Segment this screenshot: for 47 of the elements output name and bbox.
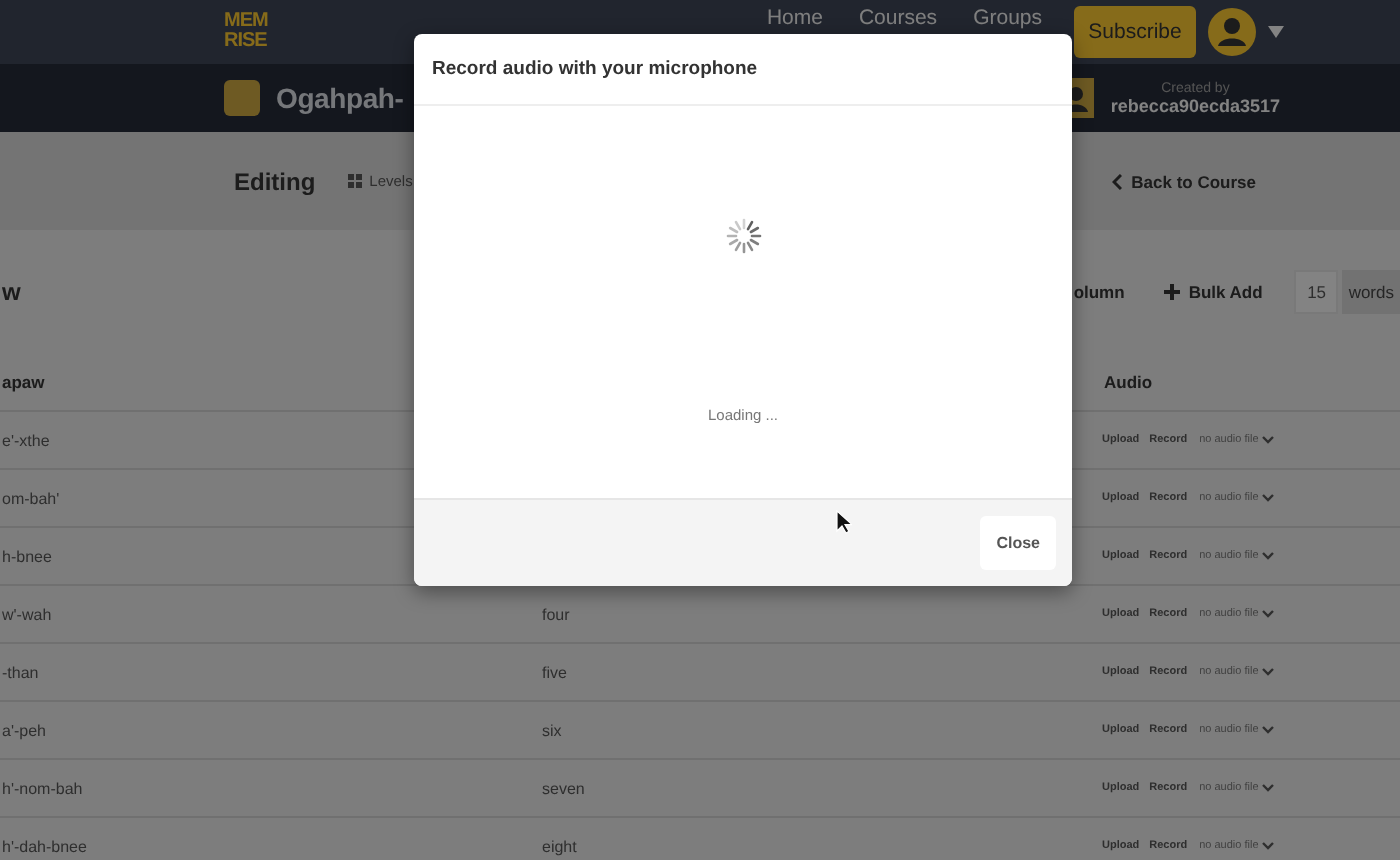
subscribe-button[interactable]: Subscribe: [1074, 6, 1196, 58]
word-count-field[interactable]: 15: [1294, 270, 1339, 314]
table-cell: om-bah': [0, 489, 60, 507]
level-title: w: [0, 278, 21, 306]
chevron-down-icon[interactable]: [1262, 842, 1275, 850]
editing-title: Editing: [234, 167, 316, 195]
chevron-icon[interactable]: [1111, 173, 1122, 189]
nav-link[interactable]: Home: [766, 6, 823, 30]
chevron-down-icon[interactable]: [1262, 726, 1275, 734]
table-cell: e'-xthe: [0, 431, 50, 449]
column-button[interactable]: olumn: [1073, 282, 1125, 302]
table-cell: six: [540, 721, 562, 739]
nav-link[interactable]: Courses: [858, 6, 938, 30]
creator-name[interactable]: rebecca90ecda3517: [1110, 95, 1280, 115]
table-cell: seven: [540, 779, 585, 797]
course-title: Ogahpah-: [276, 82, 404, 114]
table-cell: h'-dah-bnee: [0, 837, 87, 855]
chevron-down-icon[interactable]: [1262, 552, 1275, 560]
caret-icon[interactable]: [1268, 26, 1284, 38]
avatar-icon[interactable]: [1208, 8, 1256, 56]
chevron-down-icon[interactable]: [1262, 494, 1275, 502]
column-header: apaw: [0, 372, 45, 392]
table-cell: eight: [540, 837, 577, 855]
back-to-course-link[interactable]: Back to Course: [1111, 171, 1256, 191]
table-cell: five: [540, 663, 567, 681]
table-cell: four: [540, 605, 570, 623]
grid-icon: [347, 174, 362, 188]
chevron-down-icon[interactable]: [1262, 668, 1275, 676]
column-header: Audio: [1102, 372, 1153, 392]
nav-link[interactable]: Groups: [973, 6, 1042, 30]
memrise-logo[interactable]: MEM RISE: [224, 12, 268, 52]
table-cell: -than: [0, 663, 39, 681]
course-icon: [224, 80, 260, 116]
plus-icon[interactable]: [1164, 284, 1181, 300]
dialog-title: Record audio with your microphone: [432, 58, 758, 80]
chevron-down-icon[interactable]: [1262, 784, 1275, 792]
words-label: words: [1342, 270, 1400, 314]
table-cell: a'-peh: [0, 721, 46, 739]
chevron-down-icon[interactable]: [1262, 610, 1275, 618]
cursor-icon: [836, 510, 852, 534]
bulk-add-button[interactable]: Bulk Add: [1164, 282, 1263, 302]
table-cell: w'-wah: [0, 605, 52, 623]
close-button[interactable]: Close: [980, 516, 1056, 570]
spinner-icon: [725, 218, 761, 254]
table-cell: h-bnee: [0, 547, 52, 565]
table-cell: h'-nom-bah: [0, 779, 83, 797]
chevron-down-icon[interactable]: [1262, 436, 1275, 444]
